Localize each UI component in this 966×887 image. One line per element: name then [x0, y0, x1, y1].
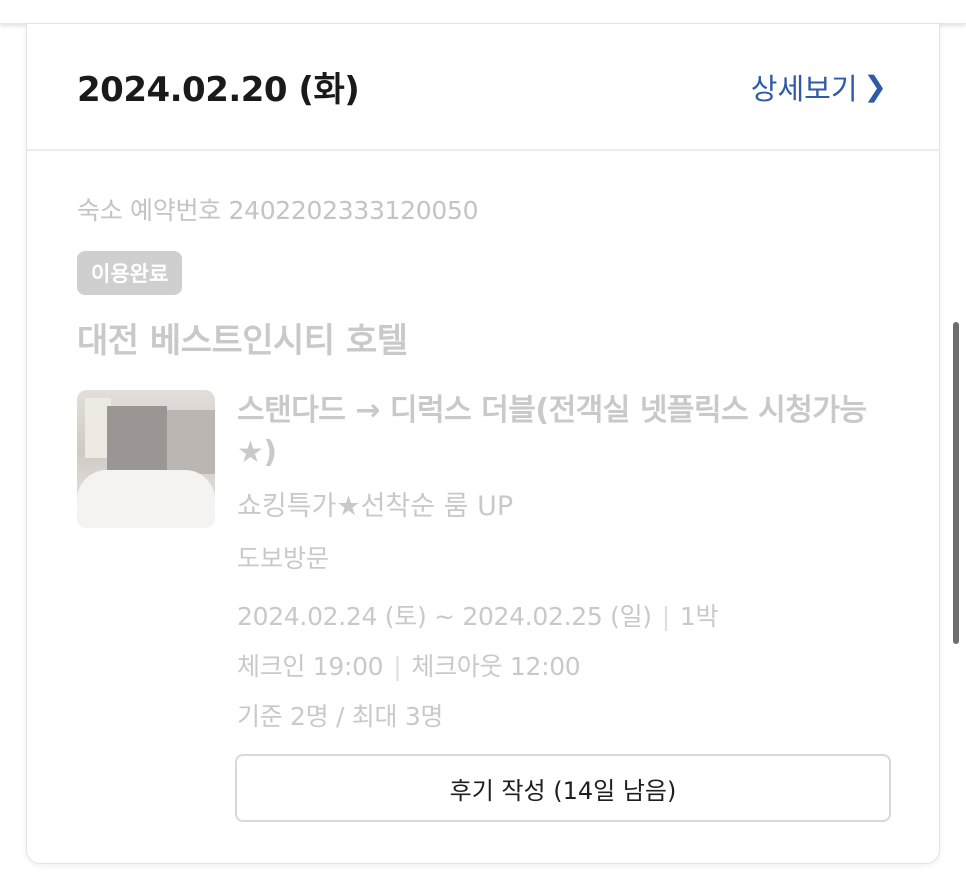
room-info: 스탠다드 → 디럭스 더블(전객실 넷플릭스 시청가능★) 쇼킹특가★선착순 룸…: [237, 390, 889, 733]
checkout-time: 체크아웃 12:00: [411, 652, 581, 681]
reservation-date: 2024.02.20 (화): [77, 70, 360, 110]
stay-period: 2024.02.24 (토) ~ 2024.02.25 (일) | 1박: [237, 597, 889, 633]
stay-dates: 2024.02.24 (토) ~ 2024.02.25 (일): [237, 602, 652, 631]
hotel-name: 대전 베스트인시티 호텔: [77, 321, 408, 361]
room-promo: 쇼킹특가★선착순 룸 UP: [237, 491, 514, 522]
scrollbar[interactable]: [953, 322, 959, 644]
card-header: 2024.02.20 (화) 상세보기 ❯: [27, 24, 939, 151]
card-body: 숙소 예약번호 2402202333120050 이용완료 대전 베스트인시티 …: [27, 151, 939, 733]
divider: |: [393, 652, 402, 681]
reservation-card: 2024.02.20 (화) 상세보기 ❯ 숙소 예약번호 2402202333…: [26, 24, 940, 864]
reservation-number: 숙소 예약번호 2402202333120050: [77, 196, 479, 225]
room-section: 스탠다드 → 디럭스 더블(전객실 넷플릭스 시청가능★) 쇼킹특가★선착순 룸…: [77, 390, 889, 733]
view-details-link[interactable]: 상세보기 ❯: [751, 66, 887, 108]
room-thumbnail: [77, 390, 215, 528]
divider: |: [661, 602, 670, 631]
nights: 1박: [679, 602, 719, 631]
top-divider: [0, 0, 966, 24]
room-name: 스탠다드 → 디럭스 더블(전객실 넷플릭스 시청가능★): [237, 393, 867, 470]
view-details-label: 상세보기: [750, 71, 858, 106]
check-times: 체크인 19:00 | 체크아웃 12:00: [237, 647, 889, 683]
checkin-time: 체크인 19:00: [237, 652, 384, 681]
write-review-button[interactable]: 후기 작성 (14일 남음): [235, 754, 891, 822]
occupancy: 기준 2명 / 최대 3명: [237, 702, 444, 731]
status-badge: 이용완료: [77, 251, 183, 295]
visit-type: 도보방문: [237, 544, 330, 573]
chevron-right-icon: ❯: [863, 70, 887, 103]
